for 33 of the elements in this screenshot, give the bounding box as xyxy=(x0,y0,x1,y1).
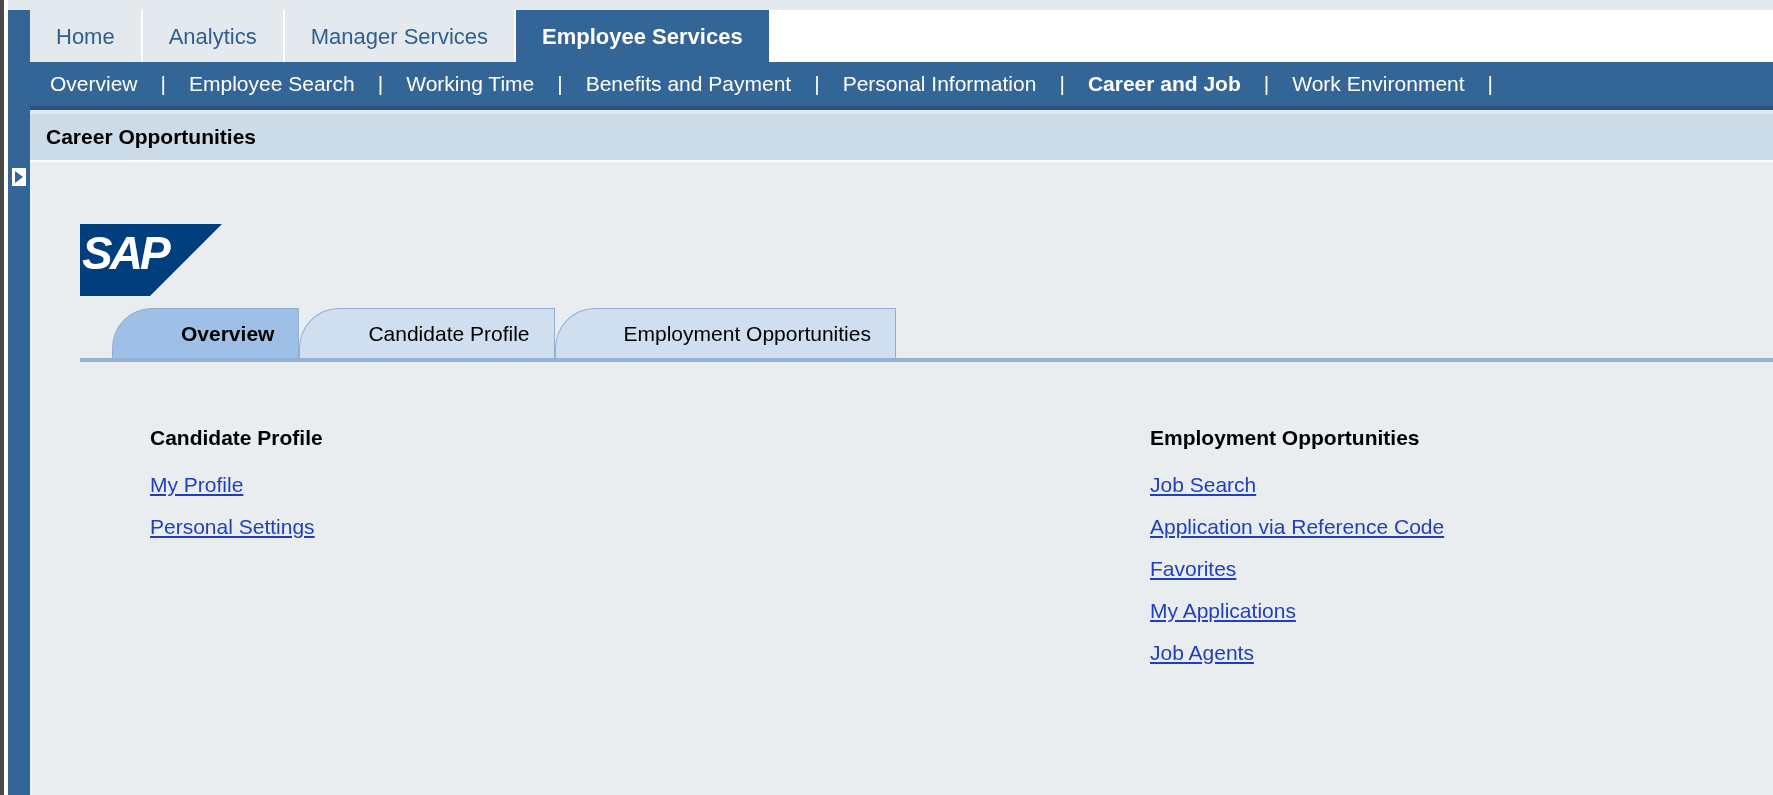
nav-separator: | xyxy=(1487,71,1494,98)
tab[interactable]: Overview xyxy=(112,308,300,358)
nav-separator: | xyxy=(1263,71,1270,98)
nav-separator: | xyxy=(1059,71,1065,98)
top-tab[interactable]: Employee Services xyxy=(516,10,769,62)
tab[interactable]: Candidate Profile xyxy=(299,308,555,358)
nav-separator: | xyxy=(557,71,563,98)
top-tab[interactable]: Analytics xyxy=(142,10,285,62)
page-title: Career Opportunities xyxy=(46,124,257,151)
section-heading: Candidate Profile xyxy=(150,425,324,451)
link[interactable]: Application via Reference Code xyxy=(1150,505,1445,548)
nav-separator: | xyxy=(814,71,820,98)
expand-arrow-icon[interactable] xyxy=(12,168,26,186)
nav-link[interactable]: Career and Job xyxy=(1087,68,1241,100)
nav-link[interactable]: Personal Information xyxy=(842,68,1037,100)
link[interactable]: Job Search xyxy=(1150,463,1257,506)
link[interactable]: Personal Settings xyxy=(150,505,315,548)
nav-link[interactable]: Work Environment xyxy=(1292,68,1465,100)
tab[interactable]: Employment Opportunities xyxy=(554,308,896,358)
nav-link[interactable]: Employee Search xyxy=(189,68,355,100)
top-tab[interactable]: Home xyxy=(30,10,143,62)
nav-separator: | xyxy=(377,71,384,98)
link[interactable]: My Profile xyxy=(150,463,244,506)
nav-separator: | xyxy=(160,71,166,98)
nav-link[interactable]: Overview xyxy=(50,68,138,100)
top-tab[interactable]: Manager Services xyxy=(284,10,517,62)
link[interactable]: My Applications xyxy=(1150,589,1296,632)
nav-link[interactable]: Working Time xyxy=(406,68,535,100)
section-heading: Employment Opportunities xyxy=(1150,425,1421,451)
link[interactable]: Favorites xyxy=(1150,547,1237,590)
link[interactable]: Job Agents xyxy=(1150,631,1254,674)
nav-link[interactable]: Benefits and Payment xyxy=(585,68,792,100)
sap-logo: SAP xyxy=(80,224,222,296)
